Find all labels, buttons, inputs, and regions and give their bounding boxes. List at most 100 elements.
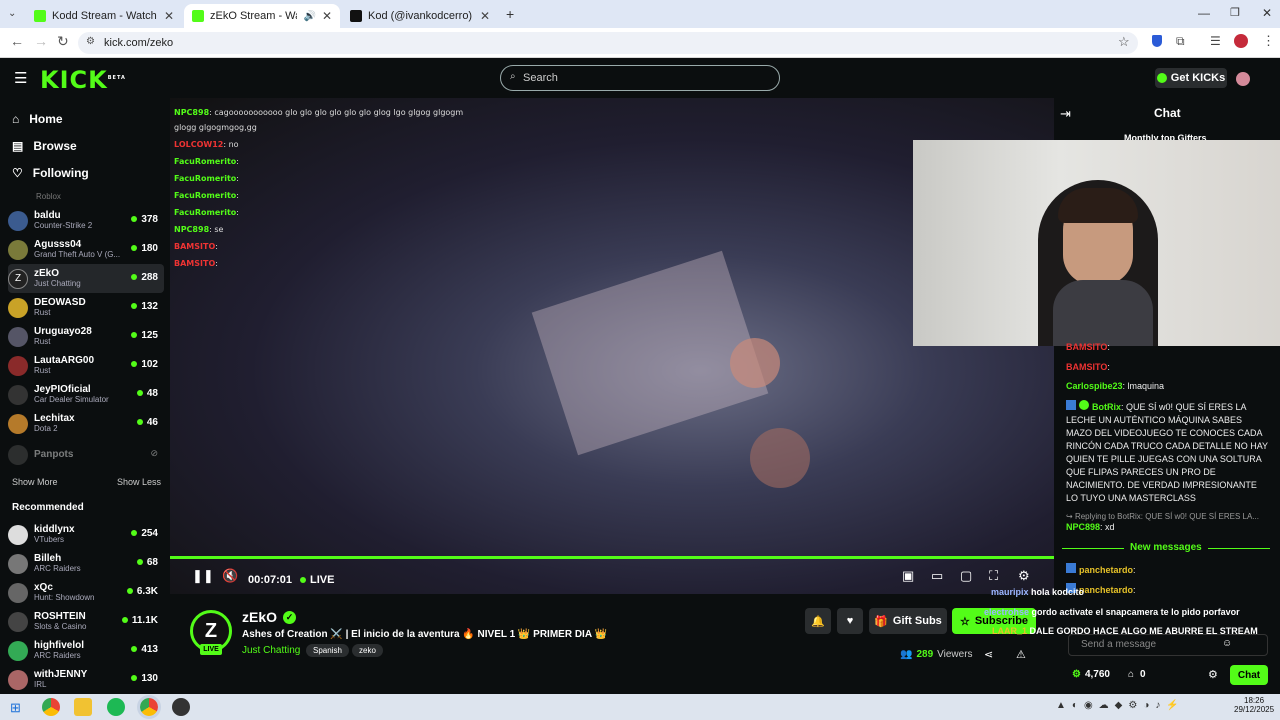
site-info-icon[interactable]: ⚙ — [86, 36, 95, 47]
nav-browse[interactable]: ▤ Browse — [12, 139, 77, 153]
reading-list-icon[interactable]: ☰ — [1210, 34, 1221, 48]
obs-icon[interactable] — [172, 698, 190, 716]
minimize-icon[interactable]: — — [1198, 6, 1210, 20]
profile-avatar[interactable] — [1234, 34, 1248, 48]
channel-avatar — [8, 297, 28, 318]
following-channel[interactable]: baldu Counter-Strike 2 378 — [8, 206, 164, 235]
close-tab-icon[interactable]: ✕ — [164, 9, 174, 23]
shield-extension-icon[interactable] — [1152, 35, 1162, 47]
star-icon: ☆ — [959, 615, 970, 628]
browser-menu-icon[interactable]: ⋮ — [1262, 33, 1275, 49]
browser-tab-kodd[interactable]: Kodd Stream - Watch Live on K ✕ — [26, 4, 182, 28]
chrome-taskbar-icon[interactable] — [42, 698, 60, 716]
tab-list-icon[interactable]: ⌄ — [8, 8, 16, 19]
system-tray-icons[interactable]: ▲◐◉☁◆⚙◑♪⚡ — [1056, 700, 1185, 711]
chat-username[interactable]: BotRix — [1092, 402, 1121, 412]
chat-username[interactable]: NPC898 — [1066, 522, 1100, 532]
chat-settings-icon[interactable]: ⚙ — [1208, 668, 1218, 681]
recommended-channel[interactable]: xQc Hunt: Showdown 6.3K — [8, 578, 164, 607]
notifications-bell-button[interactable]: 🔔 — [805, 608, 831, 634]
file-explorer-icon[interactable] — [74, 698, 92, 716]
clip-icon[interactable]: ▢ — [960, 568, 972, 584]
gifts-balance[interactable]: ⌂ 0 — [1128, 669, 1146, 680]
new-tab-icon[interactable]: + — [506, 6, 514, 22]
pause-icon[interactable]: ❚❚ — [192, 568, 214, 584]
bell-icon: 🔔 — [811, 615, 825, 628]
chat-text: : xd — [1100, 522, 1115, 532]
recommended-channel[interactable]: Billeh ARC Raiders 68 — [8, 549, 164, 578]
chat-username[interactable]: Carlospibe23 — [1066, 381, 1123, 391]
chat-username[interactable]: BAMSITO — [1066, 362, 1107, 372]
follow-heart-button[interactable]: ♥ — [837, 608, 863, 634]
following-channel-selected[interactable]: ZzEkO Just Chatting 288 — [8, 264, 164, 293]
browser-tab-zeko[interactable]: zEkO Stream - Watch Live o 🔊 ✕ — [184, 4, 340, 28]
close-tab-icon[interactable]: ✕ — [322, 9, 332, 23]
share-icon[interactable]: ⋖ — [984, 648, 993, 661]
collapse-chat-icon[interactable]: ⇥ — [1060, 106, 1071, 122]
settings-gear-icon[interactable]: ⚙ — [1018, 568, 1030, 584]
following-channel[interactable]: Agusss04 Grand Theft Auto V (G... 180 — [8, 235, 164, 264]
channel-category: Rust — [34, 337, 51, 346]
channel-name[interactable]: zEkO — [242, 609, 277, 625]
nav-home[interactable]: ⌂ Home — [12, 112, 63, 126]
recommended-channel[interactable]: ROSHTEIN Slots & Casino 11.1K — [8, 607, 164, 636]
playback-progress-bar[interactable] — [170, 556, 1054, 559]
overlay-chat-user: NPC898 — [174, 108, 210, 117]
chat-username[interactable]: panchetardo — [1079, 585, 1133, 595]
kick-favicon-icon — [192, 10, 204, 22]
recommended-channel[interactable]: withJENNY IRL 130 — [8, 665, 164, 694]
hamburger-menu-icon[interactable]: ☰ — [14, 69, 27, 87]
following-channel[interactable]: DEOWASD Rust 132 — [8, 293, 164, 322]
stream-tag[interactable]: Spanish — [306, 644, 349, 657]
restore-icon[interactable]: ❐ — [1230, 6, 1240, 19]
chat-username[interactable]: BAMSITO — [1066, 342, 1107, 352]
miniplayer-icon[interactable]: ▣ — [902, 568, 914, 584]
chrome-active-icon[interactable] — [137, 695, 161, 719]
nav-following[interactable]: ♡ Following — [12, 166, 89, 180]
search-input[interactable]: ⌕ Search — [500, 65, 780, 91]
mute-icon[interactable]: 🔇 — [222, 568, 238, 584]
browser-tab-tiktok[interactable]: Kod (@ivankodcerro) | TikTok ✕ — [342, 4, 498, 28]
windows-start-icon[interactable]: ⊞ — [10, 700, 21, 716]
forward-icon[interactable]: → — [34, 33, 48, 49]
url-bar[interactable]: kick.com/zeko — [78, 32, 1138, 54]
following-channel[interactable]: LautaARG00 Rust 102 — [8, 351, 164, 380]
following-channel-offline[interactable]: Panpots ⊘ — [8, 440, 164, 469]
audio-playing-icon[interactable]: 🔊 — [303, 11, 315, 22]
theater-mode-icon[interactable]: ▭ — [931, 568, 943, 584]
channel-name-row: zEkO ✓ — [242, 609, 297, 625]
spotify-icon[interactable] — [107, 698, 125, 716]
close-window-icon[interactable]: ✕ — [1262, 6, 1272, 20]
report-warning-icon[interactable]: ⚠ — [1016, 648, 1026, 661]
chat-username[interactable]: panchetardo — [1079, 565, 1133, 575]
chat-text: : — [1133, 565, 1136, 575]
following-channel[interactable]: Uruguayo28 Rust 125 — [8, 322, 164, 351]
bookmark-star-icon[interactable]: ☆ — [1118, 34, 1130, 50]
get-kicks-button[interactable]: Get KICKs — [1155, 68, 1227, 88]
recommended-channel[interactable]: kiddlynx VTubers 254 — [8, 520, 164, 549]
following-channel[interactable]: Lechitax Dota 2 46 — [8, 409, 164, 438]
chat-message: panchetardo: — [1066, 563, 1270, 577]
following-channel[interactable]: JeyPIOficial Car Dealer Simulator 48 — [8, 380, 164, 409]
viewer-count: 46 — [137, 417, 158, 428]
close-tab-icon[interactable]: ✕ — [480, 9, 490, 23]
send-chat-button[interactable]: Chat — [1230, 665, 1268, 685]
gift-subs-button[interactable]: 🎁 Gift Subs — [869, 608, 947, 634]
user-avatar[interactable] — [1236, 72, 1250, 86]
kick-logo[interactable]: KICKBETA — [40, 66, 126, 94]
fullscreen-icon[interactable]: ⛶ — [989, 568, 998, 584]
show-more-button[interactable]: Show More — [12, 477, 58, 487]
chat-message-input[interactable]: Send a message — [1068, 634, 1268, 656]
overlay-text: hola kodcito — [1031, 587, 1085, 597]
emote-picker-icon[interactable]: ☺ — [1222, 638, 1232, 649]
system-clock[interactable]: 18:26 29/12/2025 — [1234, 696, 1274, 714]
stream-category-link[interactable]: Just Chatting — [242, 645, 300, 656]
recommended-channel[interactable]: highfivelol ARC Raiders 413 — [8, 636, 164, 665]
extensions-puzzle-icon[interactable]: ⧉ — [1176, 34, 1185, 49]
back-icon[interactable]: ← — [10, 33, 24, 49]
reload-icon[interactable]: ↻ — [57, 33, 69, 50]
stream-tag[interactable]: zeko — [352, 644, 383, 657]
show-less-button[interactable]: Show Less — [117, 477, 161, 487]
kicks-balance[interactable]: ⚙ 4,760 — [1072, 669, 1110, 680]
search-placeholder: Search — [523, 72, 558, 84]
